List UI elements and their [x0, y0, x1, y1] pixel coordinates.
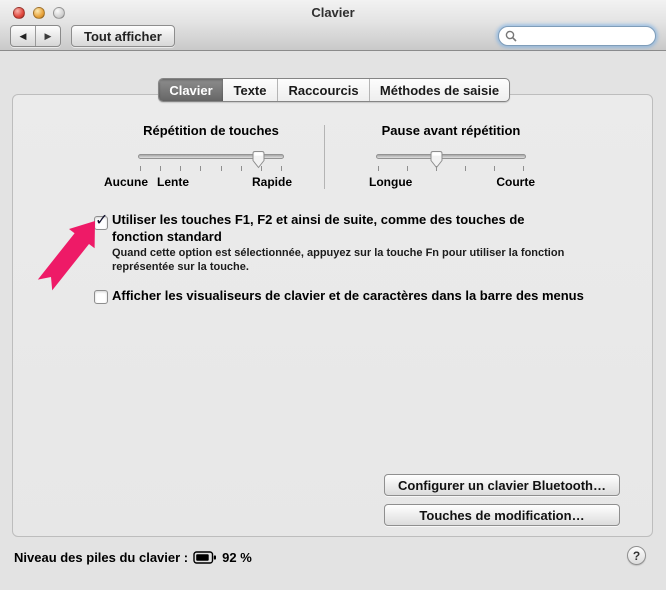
- key-repeat-title: Répétition de touches: [131, 123, 291, 138]
- viewers-label[interactable]: Afficher les visualiseurs de clavier et …: [112, 287, 584, 304]
- battery-label: Niveau des piles du clavier :: [14, 550, 188, 565]
- annotation-arrow: [33, 215, 103, 295]
- search-input[interactable]: [521, 28, 645, 44]
- help-button[interactable]: ?: [627, 546, 646, 565]
- back-icon: ◀: [20, 31, 27, 42]
- tick-mark: [494, 166, 495, 171]
- tick-mark: [281, 166, 282, 171]
- key-repeat-label-lente: Lente: [157, 175, 189, 189]
- show-all-button[interactable]: Tout afficher: [71, 25, 175, 47]
- delay-slider[interactable]: [376, 154, 526, 159]
- delay-label-longue: Longue: [369, 175, 412, 189]
- key-repeat-label-aucune: Aucune: [104, 175, 148, 189]
- tick-mark: [465, 166, 466, 171]
- tab-clavier[interactable]: Clavier: [159, 79, 223, 101]
- fn-keys-help-text: Quand cette option est sélectionnée, app…: [112, 246, 592, 274]
- search-icon: [505, 30, 517, 42]
- delay-ticks: [378, 166, 524, 171]
- battery-status: Niveau des piles du clavier : 92 %: [14, 550, 252, 565]
- tab-raccourcis[interactable]: Raccourcis: [277, 79, 369, 101]
- question-mark-icon: ?: [633, 549, 640, 563]
- titlebar: Clavier: [0, 0, 666, 22]
- tick-mark: [160, 166, 161, 171]
- modifier-keys-button[interactable]: Touches de modification…: [384, 504, 620, 526]
- tab-bar: Clavier Texte Raccourcis Méthodes de sai…: [158, 78, 510, 102]
- battery-percent: 92 %: [222, 550, 252, 565]
- keyboard-pane: Répétition de touches Aucune Lente Rapid…: [12, 94, 653, 537]
- tick-mark: [221, 166, 222, 171]
- window-chrome: Clavier ◀ ▶ Tout afficher: [0, 0, 666, 51]
- slider-divider: [324, 125, 325, 189]
- delay-labels: Longue Courte: [369, 175, 535, 189]
- delay-title: Pause avant répétition: [371, 123, 531, 138]
- toolbar: ◀ ▶ Tout afficher: [0, 22, 666, 50]
- tick-mark: [523, 166, 524, 171]
- forward-button[interactable]: ▶: [36, 26, 60, 46]
- tick-mark: [407, 166, 408, 171]
- window-title: Clavier: [0, 5, 666, 20]
- key-repeat-label-rapide: Rapide: [252, 175, 292, 189]
- tab-methodes-de-saisie[interactable]: Méthodes de saisie: [369, 79, 509, 101]
- tick-mark: [436, 166, 437, 171]
- tick-mark: [378, 166, 379, 171]
- back-button[interactable]: ◀: [11, 26, 36, 46]
- tick-mark: [180, 166, 181, 171]
- tick-mark: [261, 166, 262, 171]
- tick-mark: [200, 166, 201, 171]
- configure-bluetooth-keyboard-button[interactable]: Configurer un clavier Bluetooth…: [384, 474, 620, 496]
- tab-texte[interactable]: Texte: [223, 79, 277, 101]
- key-repeat-slider[interactable]: [138, 154, 284, 159]
- fn-keys-label[interactable]: Utiliser les touches F1, F2 et ainsi de …: [112, 211, 547, 245]
- history-nav: ◀ ▶: [10, 25, 61, 47]
- tick-mark: [140, 166, 141, 171]
- tick-mark: [241, 166, 242, 171]
- key-repeat-ticks: [140, 166, 282, 171]
- footer: Niveau des piles du clavier : 92 % ?: [0, 544, 666, 590]
- search-field[interactable]: [498, 26, 656, 46]
- battery-icon: [193, 551, 217, 564]
- delay-label-courte: Courte: [496, 175, 535, 189]
- forward-icon: ▶: [45, 31, 52, 42]
- key-repeat-labels: Aucune Lente Rapide: [104, 175, 292, 189]
